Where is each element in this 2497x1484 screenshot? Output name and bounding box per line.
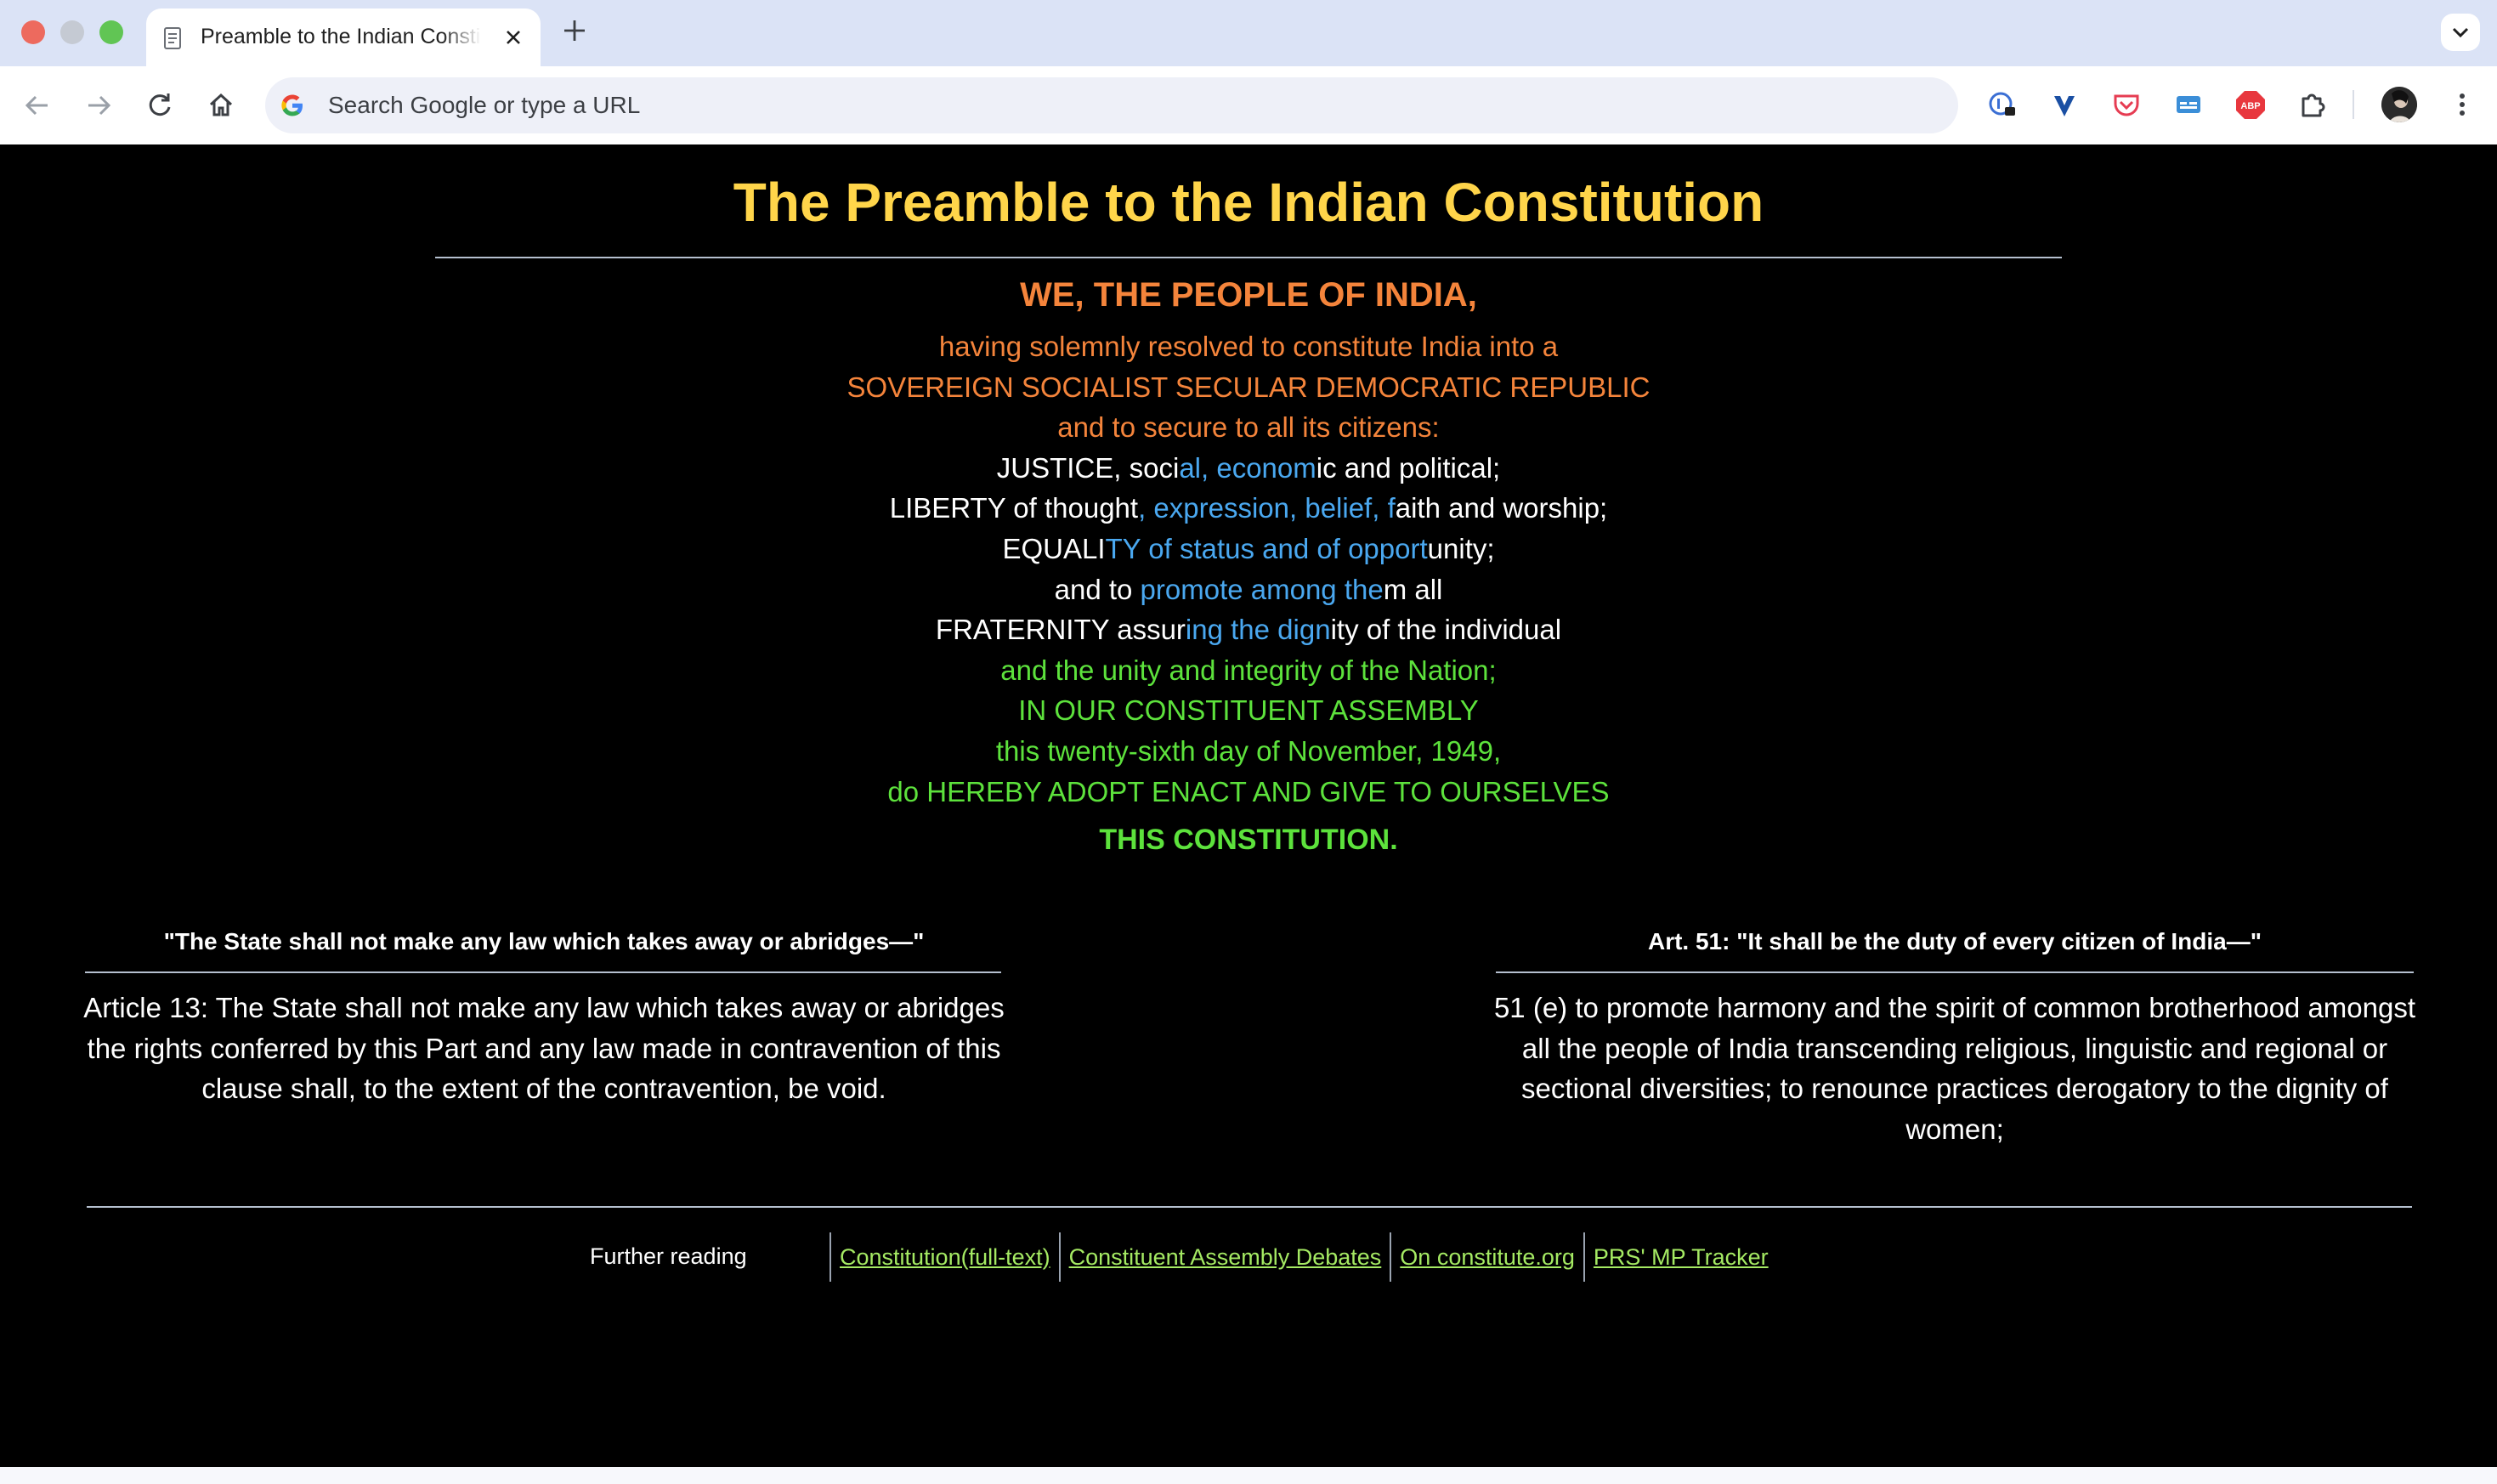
article-51-text: 51 (e) to promote harmony and the spirit… <box>1445 988 2465 1149</box>
article-text-line: sectional diversities; to renounce pract… <box>1521 1073 2388 1104</box>
vpn-shield-icon[interactable] <box>2047 87 2082 122</box>
toolbar-divider <box>2353 90 2354 119</box>
footer-divider <box>87 1206 2412 1208</box>
article-13-heading: "The State shall not make any law which … <box>163 928 925 954</box>
address-bar[interactable]: Search Google or type a URL <box>265 77 1958 133</box>
preamble-line: SOVEREIGN SOCIALIST SECULAR DEMOCRATIC R… <box>0 367 2497 408</box>
preamble-segment: FRATERNITY assur <box>935 614 1186 646</box>
forward-arrow-icon[interactable] <box>80 87 117 124</box>
profile-icon <box>2381 87 2417 122</box>
preamble-line: EQUALITY of status and of opportunity; <box>0 529 2497 569</box>
preamble-segment: SOVEREIGN SOCIALIST SECULAR DEMOCRATIC R… <box>846 371 1651 403</box>
document-icon <box>164 27 181 49</box>
preamble-segment: promote among the <box>1140 573 1384 605</box>
adblock-plus-icon[interactable]: ABP <box>2233 87 2268 122</box>
right-panel-divider <box>1496 971 2414 973</box>
reload-icon[interactable] <box>141 87 178 124</box>
preamble-segment: and to <box>1054 573 1141 605</box>
window-bottom-edge <box>0 1467 2497 1484</box>
preamble-line: JUSTICE, social, economic and political; <box>0 448 2497 489</box>
password-manager-icon[interactable] <box>1985 87 2020 122</box>
more-options-icon[interactable] <box>2444 87 2480 122</box>
title-divider <box>435 257 2062 258</box>
google-logo-icon <box>281 94 303 116</box>
chevron-down-icon <box>2452 27 2469 38</box>
preamble-line: and the unity and integrity of the Natio… <box>0 650 2497 691</box>
further-reading-link[interactable]: Constitution(full-text) <box>840 1244 1050 1271</box>
preamble-segment: and to secure to all its citizens: <box>1057 411 1440 444</box>
close-window-button[interactable] <box>21 20 45 44</box>
footer-link-cell: Constituent Assembly Debates <box>1058 1232 1390 1282</box>
pocket-icon[interactable] <box>2109 87 2144 122</box>
preamble-segment: having solemnly resolved to constitute I… <box>938 331 1559 362</box>
further-reading-label: Further reading <box>590 1243 747 1269</box>
article-text-line: all the people of India transcending rel… <box>1521 1032 2388 1064</box>
further-reading-link[interactable]: On constitute.org <box>1400 1244 1575 1271</box>
preamble-line: do HEREBY ADOPT ENACT AND GIVE TO OURSEL… <box>0 772 2497 813</box>
extensions-puzzle-icon[interactable] <box>2295 87 2330 122</box>
preamble-segment: ic and political; <box>1316 451 1501 484</box>
footer-link-cell: On constitute.org <box>1390 1232 1583 1282</box>
preamble-segment: do HEREBY ADOPT ENACT AND GIVE TO OURSEL… <box>887 775 1610 807</box>
preamble-line: and to promote among them all <box>0 569 2497 610</box>
footer-link-cell: PRS' MP Tracker <box>1583 1232 1777 1282</box>
home-icon[interactable] <box>202 87 240 124</box>
preamble-segment: IN OUR CONSTITUENT ASSEMBLY <box>1018 694 1479 727</box>
preamble-line: and to secure to all its citizens: <box>0 407 2497 448</box>
preamble-segment: and the unity and integrity of the Natio… <box>1000 654 1497 686</box>
preamble-line: this twenty-sixth day of November, 1949, <box>0 731 2497 772</box>
preamble-segment: this twenty-sixth day of November, 1949, <box>995 734 1502 767</box>
preamble-segment: , expression, belief, f <box>1138 492 1396 524</box>
preamble-line: IN OUR CONSTITUENT ASSEMBLY <box>0 690 2497 731</box>
preamble-segment: ing the dign <box>1185 614 1331 646</box>
profile-avatar[interactable] <box>2381 87 2417 122</box>
omnibox-placeholder: Search Google or type a URL <box>328 92 641 118</box>
further-reading-links: Constitution(full-text) Constituent Assem… <box>830 1232 1777 1282</box>
preamble-line: FRATERNITY assuring the dignity of the i… <box>0 609 2497 650</box>
close-tab-icon[interactable] <box>500 24 527 51</box>
back-arrow-icon[interactable] <box>19 87 56 124</box>
article-13-text: Article 13: The State shall not make any… <box>51 988 1037 1109</box>
preamble-segment: m all <box>1383 573 1443 605</box>
browser-toolbar: Search Google or type a URL ABP <box>0 66 2497 144</box>
preamble-segment: TY of status and of opport <box>1105 532 1428 564</box>
article-51-heading: Art. 51: "It shall be the duty of every … <box>1647 928 2262 954</box>
further-reading-link[interactable]: PRS' MP Tracker <box>1594 1244 1769 1271</box>
new-tab-icon[interactable] <box>559 15 590 46</box>
preamble-closing: THIS CONSTITUTION. <box>1099 824 1398 856</box>
preamble-segment: LIBERTY of thought <box>889 492 1139 524</box>
caption-icon[interactable] <box>2171 87 2206 122</box>
tab-bar: Preamble to the Indian Constitution <box>0 0 2497 66</box>
preamble-segment: al, econom <box>1179 451 1316 484</box>
preamble-segment: aith and worship; <box>1395 492 1608 524</box>
minimize-window-button[interactable] <box>60 20 84 44</box>
svg-text:ABP: ABP <box>2240 101 2260 111</box>
preamble-body: having solemnly resolved to constitute I… <box>0 326 2497 812</box>
active-tab[interactable]: Preamble to the Indian Constitution <box>146 8 541 66</box>
preamble-segment: JUSTICE, soci <box>996 451 1180 484</box>
article-text-line: clause shall, to the extent of the contr… <box>201 1073 886 1104</box>
maximize-window-button[interactable] <box>99 20 123 44</box>
preamble-segment: unity; <box>1427 532 1495 564</box>
left-panel-divider <box>85 971 1001 973</box>
further-reading-link[interactable]: Constituent Assembly Debates <box>1069 1244 1382 1271</box>
tab-search-button[interactable] <box>2441 14 2480 51</box>
article-text-line: 51 (e) to promote harmony and the spirit… <box>1493 992 2416 1023</box>
preamble-segment: EQUALI <box>1002 532 1106 564</box>
preamble-line: LIBERTY of thought, expression, belief, … <box>0 488 2497 529</box>
article-text-line: women; <box>1905 1113 2004 1145</box>
article-text-line: Article 13: The State shall not make any… <box>83 992 1005 1023</box>
page-title: The Preamble to the Indian Constitution <box>733 172 1764 233</box>
article-text-line: the rights conferred by this Part and an… <box>87 1032 1001 1064</box>
preamble-segment: ity of the individual <box>1330 614 1562 646</box>
preamble-lead: WE, THE PEOPLE OF INDIA, <box>1020 276 1477 314</box>
preamble-line: having solemnly resolved to constitute I… <box>0 326 2497 367</box>
page-content: The Preamble to the Indian Constitution … <box>0 144 2497 1467</box>
footer-link-cell: Constitution(full-text) <box>830 1232 1059 1282</box>
tab-title: Preamble to the Indian Constitution <box>201 25 481 48</box>
